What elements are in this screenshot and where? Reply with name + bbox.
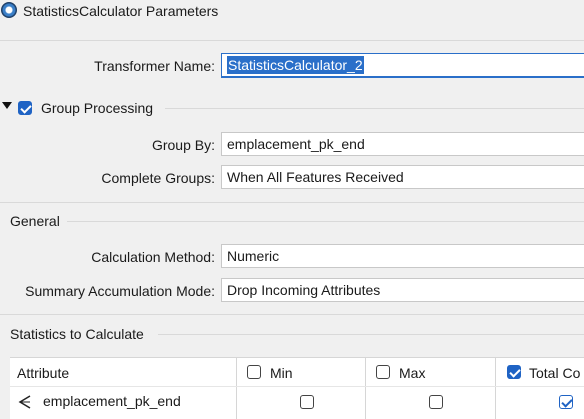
calculation-method-value: Numeric (227, 248, 280, 264)
group-by-field[interactable]: emplacement_pk_end (221, 132, 584, 156)
divider (165, 108, 584, 109)
calculation-method-dropdown[interactable]: Numeric (221, 244, 584, 268)
app-icon (1, 2, 17, 18)
transformer-name-value: StatisticsCalculator_2 (227, 56, 364, 74)
max-header-checkbox[interactable] (376, 365, 390, 379)
group-by-label: Group By: (151, 137, 215, 153)
attribute-column-header: Attribute (17, 365, 70, 381)
min-checkbox[interactable] (300, 395, 314, 409)
general-section-title: General (10, 213, 60, 229)
max-checkbox[interactable] (429, 395, 443, 409)
divider (0, 40, 584, 41)
window-title: StatisticsCalculator Parameters (23, 3, 219, 19)
total-count-column-header: Total Co (529, 365, 581, 381)
complete-groups-dropdown[interactable]: When All Features Received (221, 165, 584, 189)
title-bar: StatisticsCalculator Parameters (0, 0, 584, 24)
group-processing-checkbox[interactable] (18, 101, 32, 115)
divider (0, 314, 584, 315)
transformer-name-input[interactable]: StatisticsCalculator_2 (221, 53, 584, 78)
summary-mode-value: Drop Incoming Attributes (227, 282, 381, 298)
summary-mode-label: Summary Accumulation Mode: (25, 283, 215, 299)
divider (158, 334, 584, 335)
min-header-checkbox[interactable] (247, 365, 261, 379)
attribute-name: emplacement_pk_end (43, 393, 181, 409)
total-count-header-checkbox[interactable] (507, 365, 521, 379)
group-by-value: emplacement_pk_end (227, 136, 365, 152)
summary-mode-dropdown[interactable]: Drop Incoming Attributes (221, 278, 584, 302)
divider (0, 202, 584, 203)
total-count-checkbox[interactable] (559, 395, 573, 409)
row-divider (10, 386, 584, 387)
min-column-header: Min (270, 365, 293, 381)
attribute-icon (17, 395, 32, 409)
group-processing-label: Group Processing (41, 100, 154, 116)
column-divider (236, 358, 237, 419)
max-column-header: Max (399, 365, 426, 381)
calculation-method-label: Calculation Method: (91, 249, 215, 265)
collapse-triangle-icon[interactable] (2, 102, 12, 109)
column-divider (495, 358, 496, 419)
transformer-name-label: Transformer Name: (94, 58, 215, 74)
statistics-table: Attribute Min Max Total Co emplacement_p… (10, 357, 584, 419)
complete-groups-label: Complete Groups: (101, 170, 215, 186)
complete-groups-value: When All Features Received (227, 169, 404, 185)
statistics-section-title: Statistics to Calculate (10, 326, 144, 342)
divider (67, 221, 584, 222)
column-divider (365, 358, 366, 419)
